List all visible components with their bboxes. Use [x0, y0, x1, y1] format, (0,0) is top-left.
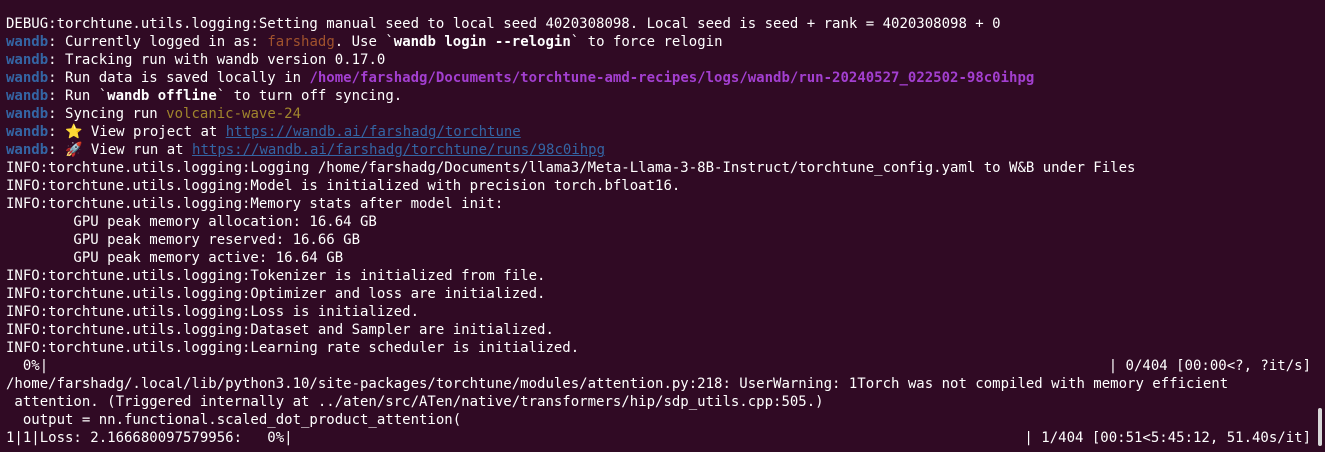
progress-bar-status: | 1/404 [00:51<5:45:12, 51.40s/it]	[1024, 430, 1311, 446]
line-segment: GPU peak memory reserved: 16.66 GB	[6, 232, 361, 248]
terminal-line: GPU peak memory reserved: 16.66 GB	[6, 231, 360, 249]
terminal-line: INFO:torchtune.utils.logging:Logging /ho…	[6, 159, 1135, 177]
line-segment: : 🚀 View run at	[48, 142, 193, 158]
terminal-line: attention. (Triggered internally at ../a…	[6, 393, 824, 411]
line-segment: INFO:torchtune.utils.logging:Memory stat…	[6, 196, 504, 212]
wandb-prefix: wandb	[6, 124, 49, 140]
line-segment: INFO:torchtune.utils.logging:Model is in…	[6, 178, 681, 194]
line-segment: output = nn.functional.scaled_dot_produc…	[6, 412, 462, 428]
line-segment: GPU peak memory allocation: 16.64 GB	[6, 214, 377, 230]
progress-bar-left: 0%|	[6, 357, 48, 375]
wandb-prefix: wandb	[6, 88, 49, 104]
terminal-line: /home/farshadg/.local/lib/python3.10/sit…	[6, 375, 1228, 393]
terminal-line: wandb: Currently logged in as: farshadg.…	[6, 33, 723, 51]
line-segment: INFO:torchtune.utils.logging:Loss is ini…	[6, 304, 420, 320]
line-segment: INFO:torchtune.utils.logging:Dataset and…	[6, 322, 554, 338]
line-segment: INFO:torchtune.utils.logging:Learning ra…	[6, 340, 580, 356]
wandb-prefix: wandb	[6, 106, 49, 122]
line-segment: : Run `	[48, 88, 108, 104]
terminal-window[interactable]: DEBUG:torchtune.utils.logging:Setting ma…	[0, 0, 1325, 452]
terminal-line: wandb: Run data is saved locally in /hom…	[6, 69, 1034, 87]
terminal-line: DEBUG:torchtune.utils.logging:Setting ma…	[6, 15, 1001, 33]
line-segment: 0%|	[6, 358, 49, 374]
line-segment: : ⭐ View project at	[48, 124, 226, 140]
line-segment: INFO:torchtune.utils.logging:Tokenizer i…	[6, 268, 546, 284]
terminal-line: wandb: ⭐ View project at https://wandb.a…	[6, 123, 521, 141]
line-segment: ` to force relogin	[570, 34, 723, 50]
terminal-line: GPU peak memory allocation: 16.64 GB	[6, 213, 377, 231]
line-segment: : Tracking run with wandb version 0.17.0	[48, 52, 386, 68]
line-segment: wandb offline	[107, 88, 217, 104]
line-segment: /home/farshadg/.local/lib/python3.10/sit…	[6, 376, 1229, 392]
terminal-line: INFO:torchtune.utils.logging:Dataset and…	[6, 321, 554, 339]
run-name: volcanic-wave-24	[166, 106, 302, 122]
run-path: /home/farshadg/Documents/torchtune-amd-r…	[309, 70, 1035, 86]
terminal-line: wandb: 🚀 View run at https://wandb.ai/fa…	[6, 141, 605, 159]
progress-bar-status: | 0/404 [00:00<?, ?it/s]	[1108, 358, 1311, 374]
wandb-prefix: wandb	[6, 70, 49, 86]
terminal-line: wandb: Run `wandb offline` to turn off s…	[6, 87, 402, 105]
terminal-line: INFO:torchtune.utils.logging:Optimizer a…	[6, 285, 545, 303]
url-link[interactable]: https://wandb.ai/farshadg/torchtune	[226, 124, 521, 140]
wandb-prefix: wandb	[6, 142, 49, 158]
wandb-prefix: wandb	[6, 52, 49, 68]
line-segment: : Currently logged in as:	[48, 34, 268, 50]
terminal-line: INFO:torchtune.utils.logging:Loss is ini…	[6, 303, 419, 321]
line-segment: . Use `	[334, 34, 394, 50]
terminal-line: 1|1|Loss: 2.166680097579956: 0%| | 1/404 …	[6, 429, 1311, 447]
line-segment: 1|1|Loss: 2.166680097579956: 0%|	[6, 430, 293, 446]
progress-bar-left: 1|1|Loss: 2.166680097579956: 0%|	[6, 429, 293, 447]
terminal-line: 0%| | 0/404 [00:00<?, ?it/s]	[6, 357, 1311, 375]
line-segment: wandb login --relogin	[393, 34, 571, 50]
wandb-prefix: wandb	[6, 34, 49, 50]
terminal-line: INFO:torchtune.utils.logging:Model is in…	[6, 177, 680, 195]
terminal-line: GPU peak memory active: 16.64 GB	[6, 249, 343, 267]
line-segment: DEBUG:torchtune.utils.logging:Setting ma…	[6, 16, 1001, 32]
scrollbar[interactable]	[1317, 0, 1325, 452]
line-segment: INFO:torchtune.utils.logging:Logging /ho…	[6, 160, 1136, 176]
terminal-line: output = nn.functional.scaled_dot_produc…	[6, 411, 461, 429]
scrollbar-thumb[interactable]	[1318, 408, 1322, 446]
line-segment: : Run data is saved locally in	[48, 70, 310, 86]
line-segment: INFO:torchtune.utils.logging:Optimizer a…	[6, 286, 546, 302]
line-segment: : Syncing run	[48, 106, 167, 122]
terminal-line: INFO:torchtune.utils.logging:Memory stat…	[6, 195, 503, 213]
username: farshadg	[267, 34, 335, 50]
terminal-line: wandb: Tracking run with wandb version 0…	[6, 51, 385, 69]
line-segment: attention. (Triggered internally at ../a…	[6, 394, 824, 410]
line-segment: GPU peak memory active: 16.64 GB	[6, 250, 344, 266]
terminal-line: wandb: Syncing run volcanic-wave-24	[6, 105, 301, 123]
url-link[interactable]: https://wandb.ai/farshadg/torchtune/runs…	[192, 142, 605, 158]
terminal-line: INFO:torchtune.utils.logging:Learning ra…	[6, 339, 579, 357]
terminal-line: INFO:torchtune.utils.logging:Tokenizer i…	[6, 267, 545, 285]
line-segment: ` to turn off syncing.	[216, 88, 403, 104]
